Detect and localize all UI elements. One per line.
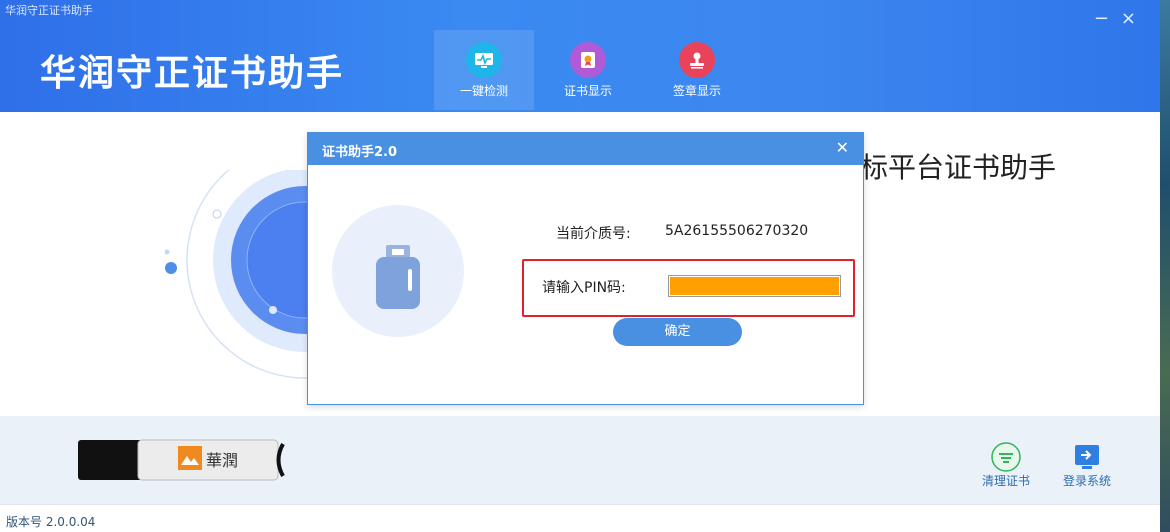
certificate-icon (570, 42, 606, 78)
brand-title: 华润守正证书助手 (40, 53, 345, 94)
nav-label: 证书显示 (563, 84, 612, 98)
pin-label: 请输入PIN码: (542, 280, 626, 296)
header: 华润守正证书助手 −× 华润守正证书助手 一键检测 证书显示 签章显示 (0, 0, 1160, 112)
desktop-background-edge (1160, 0, 1170, 532)
usb-lock-illustration (332, 205, 464, 337)
minimize-icon[interactable]: − (1094, 8, 1121, 29)
background-title: 标平台证书助手 (860, 151, 1057, 184)
login-icon (1075, 445, 1099, 469)
monitor-icon (466, 42, 502, 78)
dialog-titlebar: 证书助手2.0 ✕ (308, 133, 863, 165)
dialog-title: 证书助手2.0 (322, 145, 398, 160)
radar-graphic (165, 170, 315, 379)
nav-label: 签章显示 (672, 84, 721, 98)
window-controls: −× (1094, 8, 1148, 29)
media-number-value: 5A26155506270320 (665, 223, 809, 239)
close-window-icon[interactable]: × (1121, 8, 1148, 29)
usb-drive-icon (376, 245, 420, 309)
confirm-button[interactable]: 确定 (613, 318, 742, 346)
seal-icon (679, 42, 715, 78)
app-window: 华润守正证书助手 −× 华润守正证书助手 一键检测 证书显示 签章显示 标平台证… (0, 0, 1160, 532)
nav-one-click-check[interactable]: 一键检测 (434, 30, 534, 110)
status-bar: 版本号 2.0.0.04 (0, 504, 1160, 532)
login-system-button[interactable]: 登录系统 (1063, 442, 1111, 489)
nav-certificate-display[interactable]: 证书显示 (538, 30, 638, 110)
pin-dialog: 证书助手2.0 ✕ 当前介质号: 5A26155506270320 请输入PIN… (307, 132, 864, 405)
media-number-label: 当前介质号: (556, 226, 631, 242)
window-title: 华润守正证书助手 (5, 4, 93, 17)
close-icon[interactable]: ✕ (836, 138, 849, 157)
version-label: 版本号 2.0.0.04 (6, 515, 96, 529)
clean-certificate-button[interactable]: 清理证书 (982, 442, 1030, 489)
nav-label: 一键检测 (459, 84, 508, 98)
usb-key-image: 華潤 (78, 439, 285, 481)
action-label: 登录系统 (1063, 474, 1112, 488)
pin-input[interactable] (668, 275, 841, 297)
clean-certificate-icon (991, 442, 1021, 472)
action-label: 清理证书 (982, 474, 1031, 488)
svg-text:華潤: 華潤 (206, 451, 238, 470)
nav-seal-display[interactable]: 签章显示 (647, 30, 747, 110)
